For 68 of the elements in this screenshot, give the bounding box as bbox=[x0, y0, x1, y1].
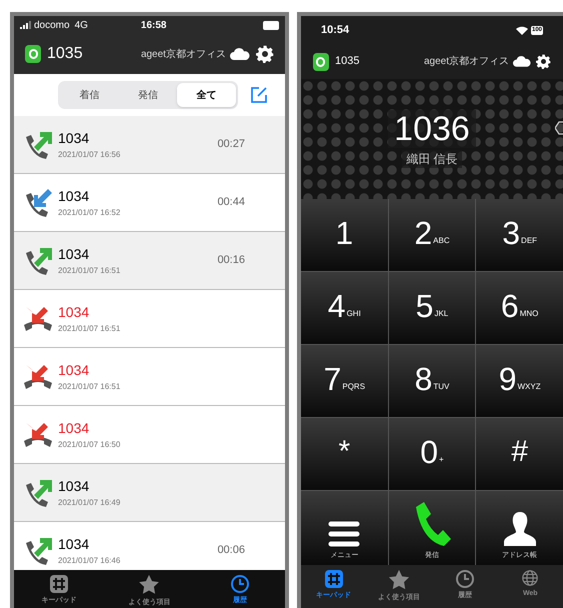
call-datetime: 2021/01/07 16:51 bbox=[58, 264, 120, 276]
keypad-icon bbox=[324, 569, 344, 589]
caller-number: 1034 bbox=[58, 186, 90, 204]
dial-key[interactable]: 8 TUV bbox=[388, 345, 476, 417]
call-datetime: 2021/01/07 16:46 bbox=[58, 554, 120, 566]
caller-number: 1034 bbox=[58, 476, 90, 494]
status-icon bbox=[312, 52, 329, 70]
filter-tab[interactable]: 全て bbox=[177, 83, 236, 107]
dial-key[interactable]: # bbox=[476, 418, 563, 490]
dial-key[interactable]: 7 PQRS bbox=[300, 345, 388, 417]
call-row[interactable]: 1034 2021/01/07 16:56 00:27 bbox=[14, 116, 285, 174]
star-icon bbox=[138, 574, 160, 596]
call-duration: 00:44 bbox=[217, 195, 245, 210]
caller-number: 1034 bbox=[58, 418, 90, 436]
globe-icon bbox=[521, 569, 540, 587]
star-icon bbox=[388, 569, 410, 591]
cloud-icon bbox=[230, 48, 250, 60]
carrier-name: docomo bbox=[34, 18, 70, 32]
dialed-number: 1036 bbox=[388, 110, 476, 148]
caller-number: 1034 bbox=[58, 534, 90, 552]
dial-key[interactable]: 5 JKL bbox=[388, 272, 476, 344]
office-name: ageet京都オフィス bbox=[424, 54, 509, 69]
network-type: 4G bbox=[74, 18, 88, 32]
settings-icon[interactable] bbox=[536, 54, 551, 69]
caller-number: 1034 bbox=[58, 360, 90, 378]
dial-key[interactable]: * bbox=[300, 418, 388, 490]
call-datetime: 2021/01/07 16:49 bbox=[58, 496, 120, 508]
call-datetime: 2021/01/07 16:56 bbox=[58, 148, 120, 160]
status-time: 16:58 bbox=[140, 18, 166, 32]
call-duration: 00:16 bbox=[217, 253, 245, 268]
dial-key[interactable]: 2 ABC bbox=[388, 199, 476, 271]
cloud-icon bbox=[513, 56, 531, 67]
caller-number: 1034 bbox=[58, 244, 90, 262]
backspace-icon[interactable] bbox=[555, 121, 563, 135]
call-duration: 00:06 bbox=[217, 543, 245, 558]
call-duration: 00:27 bbox=[217, 137, 245, 152]
office-name: ageet京都オフィス bbox=[140, 48, 226, 62]
status-time: 10:54 bbox=[320, 22, 350, 38]
wifi-icon bbox=[516, 26, 528, 34]
dial-key[interactable]: 9 WXYZ bbox=[476, 345, 563, 417]
dial-key[interactable]: 0+ bbox=[388, 418, 476, 490]
dial-key[interactable]: 3 DEF bbox=[476, 199, 563, 271]
dial-key[interactable]: 1 bbox=[300, 199, 388, 271]
call-datetime: 2021/01/07 16:51 bbox=[58, 380, 120, 392]
call-row[interactable]: 1034 2021/01/07 16:51 00:16 bbox=[14, 232, 285, 290]
caller-number: 1034 bbox=[58, 128, 90, 146]
dial-key[interactable]: 4 GHI bbox=[300, 272, 388, 344]
filter-tab[interactable]: 着信 bbox=[60, 83, 119, 107]
person-icon bbox=[502, 510, 537, 546]
call-row[interactable]: 1034 2021/01/07 16:49 bbox=[14, 464, 285, 522]
extension-number: 1035 bbox=[334, 54, 360, 70]
call-datetime: 2021/01/07 16:51 bbox=[58, 322, 120, 334]
settings-icon[interactable] bbox=[256, 45, 274, 63]
extension-number: 1035 bbox=[47, 44, 83, 64]
clock-icon bbox=[454, 569, 475, 589]
menu-icon bbox=[328, 520, 360, 546]
signal-icon bbox=[20, 21, 32, 29]
battery-icon bbox=[262, 20, 279, 30]
call-datetime: 2021/01/07 16:52 bbox=[58, 206, 120, 218]
keypad-icon bbox=[49, 574, 70, 594]
contact-name: 織田 信長 bbox=[402, 150, 462, 168]
compose-icon[interactable] bbox=[250, 86, 268, 104]
status-icon bbox=[25, 45, 41, 63]
dial-key[interactable]: 6 MNO bbox=[476, 272, 563, 344]
filter-tab[interactable]: 発信 bbox=[118, 83, 178, 107]
call-datetime: 2021/01/07 16:50 bbox=[58, 438, 120, 450]
caller-number: 1034 bbox=[58, 302, 90, 320]
clock-icon bbox=[230, 574, 250, 594]
